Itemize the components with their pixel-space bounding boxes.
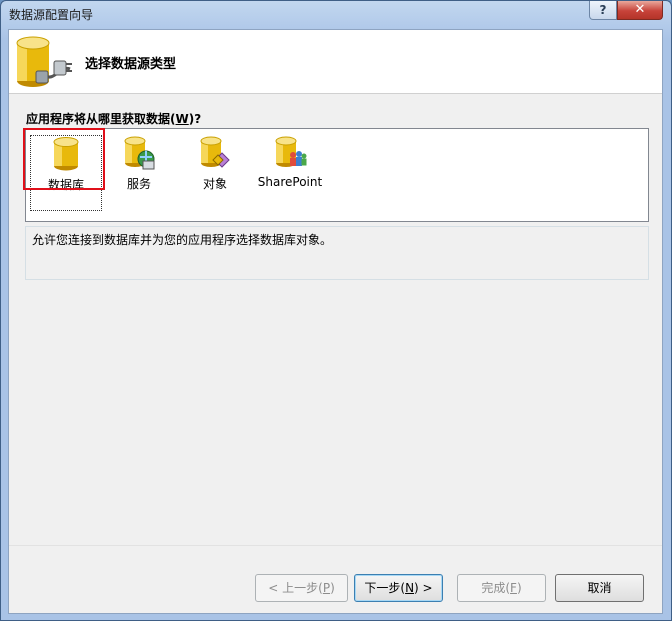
next-button[interactable]: 下一步(N) > [354,574,443,602]
database-icon [53,137,79,171]
type-item-object[interactable]: 对象 [190,135,240,211]
type-label: 数据库 [47,178,84,192]
service-icon [124,136,155,170]
object-icon [200,136,230,168]
type-label: 对象 [202,177,227,191]
footer-divider [9,545,662,546]
type-label: SharePoint [257,175,323,189]
title-bar[interactable]: 数据源配置向导 ? ✕ [1,1,671,27]
cancel-button[interactable]: 取消 [555,574,644,602]
help-button[interactable]: ? [589,1,617,20]
page-title: 选择数据源类型 [85,57,177,72]
type-item-service[interactable]: 服务 [114,135,164,211]
wizard-client-area: 选择数据源类型 应用程序将从哪里获取数据(W)? 数据库 服务 对象 Share… [8,29,663,614]
sharepoint-icon [275,136,307,167]
type-description: 允许您连接到数据库并为您的应用程序选择数据库对象。 [25,226,649,280]
close-button[interactable]: ✕ [617,1,663,20]
window-title: 数据源配置向导 [9,8,94,22]
wizard-header: 选择数据源类型 [9,30,662,94]
database-plug-icon [16,36,72,87]
previous-button[interactable]: < 上一步(P) [255,574,348,602]
question-accelerator: W [175,112,189,126]
finish-button[interactable]: 完成(F) [457,574,546,602]
data-source-type-list[interactable]: 数据库 服务 对象 SharePoint [25,128,649,222]
wizard-window: 数据源配置向导 ? ✕ 选择数据源类型 应用程序将从哪里获取数据(W)? 数据库… [0,0,672,621]
type-label: 服务 [126,177,151,191]
type-item-database[interactable]: 数据库 [30,135,102,211]
source-question-label: 应用程序将从哪里获取数据(W)? [26,112,202,126]
type-item-sharepoint[interactable]: SharePoint [254,135,326,211]
